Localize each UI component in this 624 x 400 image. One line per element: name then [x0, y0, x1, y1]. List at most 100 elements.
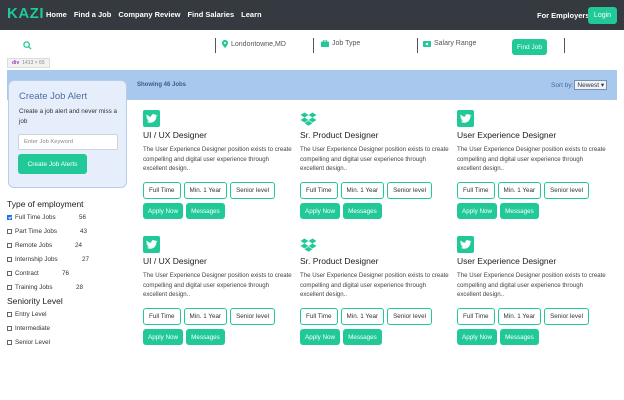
- messages-button[interactable]: Messages: [500, 203, 539, 219]
- nav-link-company-review[interactable]: Company Review: [118, 10, 180, 19]
- job-type-label: Job Type: [332, 40, 361, 47]
- dropbox-icon[interactable]: [300, 236, 317, 253]
- job-title[interactable]: UI / UX Designer: [143, 256, 207, 266]
- location-field[interactable]: Londontowne,MD: [222, 40, 286, 48]
- apply-now-button[interactable]: Apply Now: [143, 203, 184, 219]
- job-tags: Full Time Min. 1 Year Senior level: [143, 182, 275, 199]
- find-job-button[interactable]: Find Job: [512, 39, 547, 55]
- job-tags: Full Time Min. 1 Year Senior level: [457, 308, 589, 325]
- messages-button[interactable]: Messages: [343, 329, 382, 345]
- job-description: The User Experience Designer position ex…: [300, 272, 449, 299]
- employment-type-heading: Type of employment: [7, 199, 84, 209]
- money-icon: [423, 40, 431, 47]
- brand-logo[interactable]: KAZI: [7, 5, 44, 22]
- search-divider: [417, 38, 418, 53]
- job-description: The User Experience Designer position ex…: [143, 146, 292, 173]
- apply-now-button[interactable]: Apply Now: [457, 329, 498, 345]
- filter-senior-level[interactable]: Senior Level: [7, 339, 50, 346]
- dropbox-icon[interactable]: [300, 110, 317, 127]
- devtools-tooltip: div 1413 × 65: [7, 58, 50, 68]
- filter-remote[interactable]: Remote Jobs: [7, 242, 52, 249]
- filter-count: 56: [79, 214, 87, 221]
- job-title[interactable]: User Experience Designer: [457, 256, 556, 266]
- job-type-field[interactable]: Job Type: [321, 40, 360, 47]
- nav-links: Home Find a Job Company Review Find Sala…: [46, 10, 262, 19]
- filter-full-time[interactable]: Full Time Jobs: [7, 214, 56, 221]
- tag-experience: Min. 1 Year: [340, 182, 385, 199]
- job-title[interactable]: Sr. Product Designer: [300, 130, 378, 140]
- seniority-heading: Seniority Level: [7, 296, 63, 306]
- twitter-icon[interactable]: [143, 110, 160, 127]
- filter-entry-level[interactable]: Entry Level: [7, 311, 47, 318]
- nav-link-home[interactable]: Home: [46, 10, 67, 19]
- devtools-size: 1413 × 65: [22, 60, 45, 66]
- job-card: User Experience Designer The User Experi…: [457, 110, 612, 220]
- messages-button[interactable]: Messages: [186, 329, 225, 345]
- checkbox[interactable]: [7, 326, 12, 331]
- apply-now-button[interactable]: Apply Now: [143, 329, 184, 345]
- sort-label: Sort by:: [551, 81, 574, 89]
- checkbox[interactable]: [7, 340, 12, 345]
- nav-link-learn[interactable]: Learn: [241, 10, 261, 19]
- job-actions: Apply Now Messages: [143, 203, 225, 219]
- messages-button[interactable]: Messages: [186, 203, 225, 219]
- filter-label: Remote Jobs: [15, 242, 53, 249]
- checkbox[interactable]: [7, 285, 12, 290]
- checkbox[interactable]: [7, 229, 12, 234]
- checkbox[interactable]: [7, 312, 12, 317]
- nav-link-find-job[interactable]: Find a Job: [74, 10, 112, 19]
- checkbox[interactable]: [7, 243, 12, 248]
- tag-employment-type: Full Time: [457, 182, 495, 199]
- twitter-icon[interactable]: [457, 110, 474, 127]
- search-divider: [564, 38, 565, 53]
- twitter-icon[interactable]: [457, 236, 474, 253]
- filter-label: Internship Jobs: [15, 256, 58, 263]
- job-tags: Full Time Min. 1 Year Senior level: [457, 182, 589, 199]
- tag-experience: Min. 1 Year: [497, 182, 542, 199]
- salary-range-label: Salary Range: [434, 40, 477, 47]
- filter-contract[interactable]: Contract: [7, 270, 39, 277]
- search-icon[interactable]: [23, 41, 32, 50]
- filter-training[interactable]: Training Jobs: [7, 284, 53, 291]
- tag-experience: Min. 1 Year: [340, 308, 385, 325]
- tag-experience: Min. 1 Year: [183, 182, 228, 199]
- job-title[interactable]: Sr. Product Designer: [300, 256, 378, 266]
- messages-button[interactable]: Messages: [343, 203, 382, 219]
- checkbox[interactable]: [7, 215, 12, 220]
- tag-employment-type: Full Time: [143, 308, 181, 325]
- tag-experience: Min. 1 Year: [497, 308, 542, 325]
- salary-range-field[interactable]: Salary Range: [423, 40, 476, 47]
- apply-now-button[interactable]: Apply Now: [457, 203, 498, 219]
- job-description: The User Experience Designer position ex…: [457, 146, 606, 173]
- location-value: Londontowne,MD: [231, 40, 286, 48]
- tag-employment-type: Full Time: [457, 308, 495, 325]
- navbar: KAZI Home Find a Job Company Review Find…: [0, 0, 624, 30]
- checkbox[interactable]: [7, 271, 12, 276]
- apply-now-button[interactable]: Apply Now: [300, 329, 341, 345]
- sort-select[interactable]: Newest ▾: [574, 80, 608, 90]
- job-title[interactable]: User Experience Designer: [457, 130, 556, 140]
- search-divider: [215, 38, 216, 53]
- checkbox[interactable]: [7, 257, 12, 262]
- filter-intermediate[interactable]: Intermediate: [7, 325, 50, 332]
- filter-label: Training Jobs: [15, 284, 53, 291]
- nav-link-find-salaries[interactable]: Find Salaries: [187, 10, 234, 19]
- filter-part-time[interactable]: Part Time Jobs: [7, 228, 57, 235]
- messages-button[interactable]: Messages: [500, 329, 539, 345]
- filter-count: 76: [62, 270, 70, 277]
- job-title[interactable]: UI / UX Designer: [143, 130, 207, 140]
- job-keyword-input[interactable]: Enter Job Keyword: [18, 134, 118, 150]
- create-job-alerts-button[interactable]: Create Job Alerts: [18, 154, 87, 174]
- filter-internship[interactable]: Internship Jobs: [7, 256, 58, 263]
- job-tags: Full Time Min. 1 Year Senior level: [300, 182, 432, 199]
- apply-now-button[interactable]: Apply Now: [300, 203, 341, 219]
- tag-employment-type: Full Time: [300, 182, 338, 199]
- login-button[interactable]: Login: [588, 7, 617, 24]
- twitter-icon[interactable]: [143, 236, 160, 253]
- job-alert-description: Create a job alert and never miss a job: [19, 108, 118, 125]
- for-employers-link[interactable]: For Employers: [537, 11, 590, 20]
- filter-label: Part Time Jobs: [15, 228, 57, 235]
- tag-seniority: Senior level: [544, 182, 589, 199]
- sort-select-value: Newest: [577, 82, 600, 89]
- job-description: The User Experience Designer position ex…: [143, 272, 292, 299]
